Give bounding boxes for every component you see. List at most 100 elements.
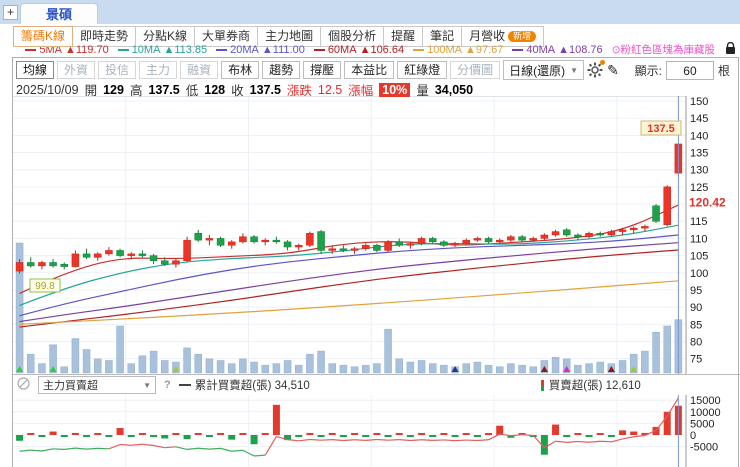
svg-text:100: 100 [690, 268, 708, 280]
bar-swatch-icon [540, 379, 545, 391]
low-value: 128 [204, 82, 226, 97]
svg-text:5000: 5000 [690, 418, 714, 430]
toggle-trend-button[interactable]: 趨勢 [262, 61, 301, 79]
svg-text:90: 90 [690, 302, 702, 314]
candles [15, 143, 683, 274]
svg-text:130: 130 [690, 165, 708, 177]
chip-kline-app: + 景碩 籌碼K線 即時走勢 分點K線 大單券商 主力地圖 個股分析 提醒 筆記… [0, 0, 740, 467]
toggle-support-button[interactable]: 撐壓 [303, 61, 342, 79]
add-tab-button[interactable]: + [3, 5, 18, 20]
ma-line-swatch [117, 48, 129, 51]
change-label: 漲跌 [286, 84, 312, 98]
trade-date: 2025/10/09 [16, 82, 79, 97]
ma-legend-item-40ma: 40MA ▲108.76 [512, 44, 603, 56]
ma-line-swatch [25, 48, 37, 51]
window-tab-bar: + 景碩 [0, 0, 740, 25]
ma-line-20MA [19, 234, 679, 317]
toggle-foreign-button[interactable]: 外資 [57, 61, 96, 79]
svg-text:85: 85 [690, 319, 702, 331]
low-label: 低 [185, 84, 199, 98]
main-grid [13, 96, 686, 374]
high-label: 高 [129, 84, 143, 98]
svg-text:110: 110 [690, 233, 708, 245]
cumulative-legend: 累計買賣超(張) 34,510 [178, 377, 310, 393]
svg-text:95: 95 [690, 285, 702, 297]
ma-line-swatch [413, 48, 425, 51]
major-netbuy-chart[interactable]: 150001000050000-5000 [0, 395, 740, 467]
toggle-signal-button[interactable]: 紅綠燈 [397, 61, 448, 79]
price-axis: 150 145 140 135 130 125 115 110 105 100 95 90 85 80 75… [685, 96, 726, 374]
high-value: 137.5 [148, 82, 180, 97]
stock-tab[interactable]: 景碩 [20, 3, 98, 25]
ma-legend: 5MA ▲119.70 10MA ▲113.85 20MA ▲111.00 60MA ▲… [0, 41, 738, 58]
help-icon[interactable]: ? [164, 379, 171, 391]
ma-line-swatch [216, 48, 228, 51]
ma-legend-item-60ma: 60MA ▲106.64 [313, 44, 404, 56]
daily-netbuy-legend: 買賣超(張) 12,610 [540, 377, 641, 393]
ma-line-100MA [19, 280, 679, 325]
display-label: 顯示: [634, 64, 662, 78]
svg-text:137.5: 137.5 [647, 123, 675, 135]
open-label: 開 [84, 84, 98, 98]
stock-tab-label: 景碩 [45, 7, 72, 22]
chevron-down-icon: ▼ [143, 380, 151, 390]
change-pct-value: 10% [379, 82, 411, 97]
timeframe-select[interactable]: 日線(還原) ▼ [503, 60, 585, 80]
svg-text:150: 150 [690, 96, 708, 108]
change-value: 12.5 [317, 82, 343, 97]
svg-text:80: 80 [690, 336, 702, 348]
lock-icon[interactable] [725, 41, 736, 58]
last-price-marker: 120.42 [689, 196, 726, 210]
close-value: 137.5 [249, 82, 281, 97]
toggle-trust-button[interactable]: 投信 [98, 61, 137, 79]
lower-grid [13, 395, 686, 467]
lower-axis: 150001000050000-5000 [685, 395, 721, 467]
toggle-margin-button[interactable]: 融資 [180, 61, 219, 79]
cumulative-line [19, 397, 679, 457]
ma-legend-item-10ma: 10MA ▲113.85 [117, 44, 207, 56]
bars-count-input[interactable] [665, 61, 714, 80]
svg-text:-5000: -5000 [690, 442, 718, 454]
volume-value: 34,050 [434, 82, 474, 97]
notification-dot [600, 59, 606, 65]
chart-toolbar: 均線 外資 投信 主力 融資 布林 趨勢 撐壓 本益比 紅綠燈 分價圖 日線(還… [16, 59, 619, 80]
price-labels: 137.5 99.8 [29, 120, 682, 293]
svg-text:125: 125 [690, 182, 708, 194]
toggle-volume-profile-button[interactable]: 分價圖 [450, 61, 501, 79]
chevron-down-icon: ▼ [570, 65, 579, 75]
svg-text:140: 140 [690, 130, 708, 142]
line-swatch [178, 384, 191, 386]
svg-text:75: 75 [690, 354, 702, 366]
ma-legend-item-20ma: 20MA ▲111.00 [216, 44, 305, 56]
info-circle-icon: ⊙ [611, 43, 621, 56]
toggle-pe-button[interactable]: 本益比 [344, 61, 395, 79]
ma-line-swatch [512, 48, 524, 51]
settings-gear-icon[interactable] [587, 59, 606, 79]
svg-text:145: 145 [690, 113, 708, 125]
pink-block-note: ⊙ 粉紅色區塊為庫藏股 [611, 43, 715, 57]
new-badge: 新增 [508, 31, 537, 42]
svg-text:10000: 10000 [690, 407, 721, 419]
svg-text:135: 135 [690, 148, 708, 160]
toggle-ma-button[interactable]: 均線 [16, 61, 55, 79]
svg-text:99.8: 99.8 [35, 281, 55, 292]
display-bars-control: 顯示: 根 [635, 61, 730, 80]
close-label: 收 [231, 84, 244, 98]
toggle-bollinger-button[interactable]: 布林 [221, 61, 260, 79]
svg-text:0: 0 [690, 430, 696, 442]
lower-study-header: 主力買賣超 ▼ ? 累計買賣超(張) 34,510 買賣超(張) 12,610 [13, 374, 740, 395]
main-kline-chart[interactable]: 137.5 99.8 150 145 140 135 130 125 115 110 105 100 9… [0, 96, 740, 374]
open-value: 129 [103, 82, 124, 97]
indicator-select[interactable]: 主力買賣超 ▼ [38, 376, 156, 394]
ma-line-swatch [313, 48, 325, 51]
remove-indicator-icon[interactable] [17, 377, 30, 393]
change-pct-label: 漲幅 [348, 84, 374, 98]
ma-legend-item-100ma: 100MA ▲97.67 [413, 44, 503, 56]
toggle-major-button[interactable]: 主力 [139, 61, 178, 79]
netbuy-bars [16, 404, 682, 455]
ma-lines [19, 204, 679, 328]
volume-label: 量 [416, 84, 429, 98]
svg-text:15000: 15000 [690, 395, 721, 407]
tab-chip-kline[interactable]: 籌碼K線 [13, 26, 74, 47]
draw-pencil-icon[interactable]: ✎ [607, 62, 619, 78]
